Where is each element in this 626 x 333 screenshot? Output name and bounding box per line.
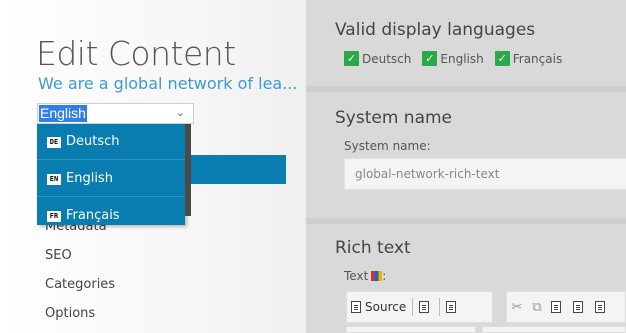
valid-languages-heading: Valid display languages <box>335 20 536 40</box>
system-name-label: System name: <box>344 139 431 153</box>
section-divider <box>306 218 626 224</box>
language-flag-icon <box>371 271 383 281</box>
source-button[interactable]: Source <box>347 295 410 319</box>
scissors-icon: ✂ <box>511 299 523 315</box>
language-select[interactable]: English ⌄ <box>37 103 194 124</box>
rich-text-label: Text <box>344 269 369 283</box>
copy-button[interactable]: ⧉ <box>527 295 547 319</box>
language-dropdown-list: DE Deutsch EN English FR Français <box>37 124 185 225</box>
source-icon <box>351 301 361 313</box>
source-button-label: Source <box>365 300 407 314</box>
checkmark-icon: ✓ <box>494 51 510 66</box>
section-divider <box>306 86 626 92</box>
chevron-down-icon: ⌄ <box>175 106 185 119</box>
language-checkbox-label: Deutsch <box>362 51 412 66</box>
language-checkbox-francais[interactable]: ✓ Français <box>494 51 563 66</box>
language-select-value: English <box>39 105 87 122</box>
preview-icon <box>419 301 430 313</box>
copy-icon: ⧉ <box>532 299 542 315</box>
left-panel: Edit Content We are a global network of … <box>0 0 306 333</box>
editor-toolbar-group-2: ✂ ⧉ <box>506 291 626 323</box>
paste-word-icon <box>595 301 605 313</box>
rich-text-heading: Rich text <box>335 238 411 258</box>
system-name-heading: System name <box>335 108 453 128</box>
dropdown-option-label: Français <box>66 208 120 223</box>
flag-en-icon: EN <box>47 173 61 185</box>
toolbar-separator <box>439 298 441 316</box>
paste-text-button[interactable] <box>569 295 591 319</box>
toolbar-separator <box>412 298 414 316</box>
editor-toolbar-row-2b <box>482 326 626 333</box>
language-checkbox-deutsch[interactable]: ✓ Deutsch <box>344 51 411 66</box>
checkmark-icon: ✓ <box>344 51 359 66</box>
system-name-input[interactable]: global-network-rich-text <box>344 158 626 190</box>
dropdown-option-label: English <box>66 171 113 186</box>
rich-text-label-colon: : <box>382 269 387 283</box>
valid-languages-list: ✓ Deutsch ✓ English ✓ Français <box>344 51 562 66</box>
language-checkbox-english[interactable]: ✓ English <box>422 51 484 66</box>
page-subtitle: We are a global network of lea... <box>38 74 298 93</box>
editor-toolbar-group-1: Source <box>346 291 493 323</box>
nav-item-seo[interactable]: SEO <box>45 248 72 263</box>
language-checkbox-label: Français <box>512 51 563 66</box>
right-panel: Valid display languages ✓ Deutsch ✓ Engl… <box>306 0 626 333</box>
dropdown-option-deutsch[interactable]: DE Deutsch <box>37 126 185 158</box>
nav-item-categories[interactable]: Categories <box>45 277 115 292</box>
preview-button[interactable] <box>415 295 437 319</box>
editor-toolbar-row-2 <box>346 326 476 333</box>
flag-de-icon: DE <box>47 136 61 148</box>
paste-icon <box>551 301 561 313</box>
dropdown-option-francais[interactable]: FR Français <box>37 200 185 232</box>
nav-item-options[interactable]: Options <box>45 306 95 321</box>
paste-text-icon <box>573 301 583 313</box>
paste-button[interactable] <box>547 295 569 319</box>
dropdown-option-english[interactable]: EN English <box>37 163 185 195</box>
page-title: Edit Content <box>36 34 236 73</box>
cut-button[interactable]: ✂ <box>507 295 527 319</box>
flag-fr-icon: FR <box>47 210 61 222</box>
dropdown-scrollbar[interactable] <box>185 124 191 216</box>
checkmark-icon: ✓ <box>422 51 438 66</box>
dropdown-divider <box>37 159 185 160</box>
dropdown-option-label: Deutsch <box>66 134 120 149</box>
language-checkbox-label: English <box>440 51 484 66</box>
templates-button[interactable] <box>442 295 464 319</box>
templates-icon <box>446 301 457 313</box>
paste-word-button[interactable] <box>591 295 613 319</box>
dropdown-divider <box>37 196 185 197</box>
rich-text-label-row: Text : <box>344 269 386 283</box>
